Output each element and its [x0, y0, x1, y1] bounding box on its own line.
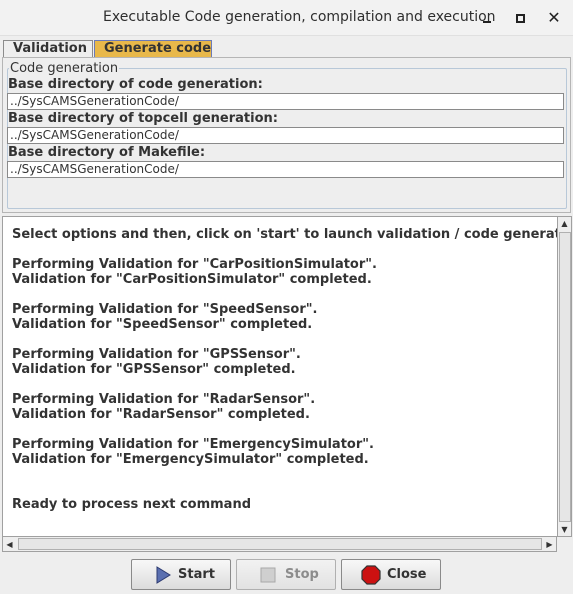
log-line: Select options and then, click on 'start…: [12, 227, 557, 242]
close-window-button[interactable]: ✕: [542, 6, 566, 30]
stop-button-label: Stop: [285, 567, 319, 582]
horizontal-scrollbar[interactable]: ◀ ▶: [2, 537, 557, 552]
maximize-button[interactable]: [508, 6, 532, 30]
log-line: Validation for "CarPositionSimulator" co…: [12, 272, 372, 287]
scroll-down-icon[interactable]: ▼: [558, 523, 571, 536]
vertical-scrollbar[interactable]: ▲ ▼: [557, 216, 572, 537]
stop-button[interactable]: Stop: [236, 559, 336, 590]
log-output[interactable]: Select options and then, click on 'start…: [2, 216, 557, 537]
makefile-dir-input[interactable]: ../SysCAMSGenerationCode/: [7, 161, 564, 178]
code-gen-dir-input[interactable]: ../SysCAMSGenerationCode/: [7, 93, 564, 110]
start-button-label: Start: [178, 567, 215, 582]
minimize-icon: [483, 21, 491, 23]
horizontal-scroll-thumb[interactable]: [18, 538, 542, 550]
log-line: Validation for "SpeedSensor" completed.: [12, 317, 313, 332]
log-line: Validation for "GPSSensor" completed.: [12, 362, 296, 377]
stop-sign-icon: [361, 565, 381, 585]
log-line: Performing Validation for "CarPositionSi…: [12, 257, 377, 272]
scroll-up-icon[interactable]: ▲: [558, 217, 571, 230]
scrollbar-corner: [557, 537, 572, 552]
title-bar: Executable Code generation, compilation …: [0, 0, 573, 36]
scroll-right-icon[interactable]: ▶: [543, 538, 556, 551]
tab-generate-code[interactable]: Generate code: [94, 40, 212, 58]
start-button[interactable]: Start: [131, 559, 231, 590]
log-line: Ready to process next command: [12, 497, 252, 512]
log-line: Performing Validation for "GPSSensor".: [12, 347, 301, 362]
close-button[interactable]: Close: [341, 559, 441, 590]
log-line: Validation for "EmergencySimulator" comp…: [12, 452, 369, 467]
code-generation-legend: Code generation: [9, 61, 120, 76]
log-line: Performing Validation for "SpeedSensor".: [12, 302, 318, 317]
scroll-left-icon[interactable]: ◀: [3, 538, 16, 551]
makefile-dir-label: Base directory of Makefile:: [8, 145, 206, 160]
close-button-label: Close: [387, 567, 427, 582]
stop-icon: [260, 567, 276, 583]
play-icon: [156, 566, 171, 584]
log-line: Validation for "RadarSensor" completed.: [12, 407, 310, 422]
code-gen-dir-label: Base directory of code generation:: [8, 77, 263, 92]
window-title: Executable Code generation, compilation …: [103, 9, 496, 25]
log-line: Performing Validation for "RadarSensor".: [12, 392, 316, 407]
close-icon: ✕: [547, 8, 561, 27]
log-line: Performing Validation for "EmergencySimu…: [12, 437, 374, 452]
maximize-icon: [515, 13, 525, 23]
vertical-scroll-thumb[interactable]: [559, 232, 571, 522]
topcell-dir-input[interactable]: ../SysCAMSGenerationCode/: [7, 127, 564, 144]
topcell-dir-label: Base directory of topcell generation:: [8, 111, 278, 126]
minimize-button[interactable]: [475, 6, 499, 30]
